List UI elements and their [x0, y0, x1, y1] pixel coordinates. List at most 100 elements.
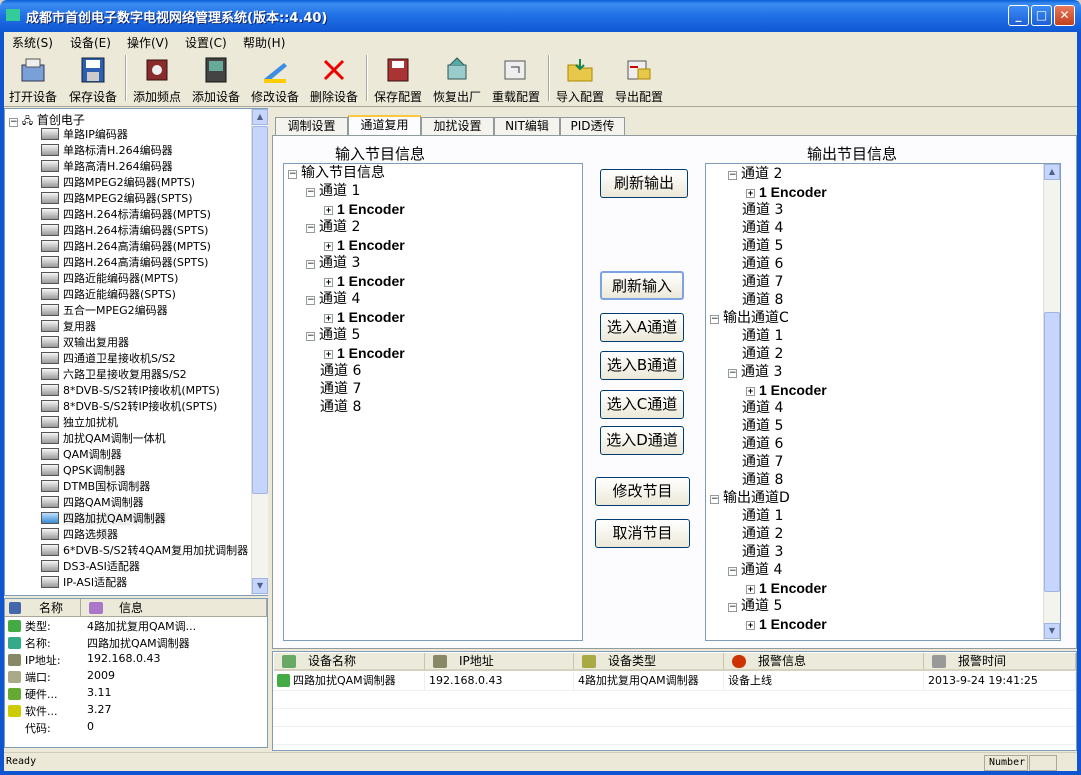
tree-item-device[interactable]: 四路MPEG2编码器(MPTS) — [41, 174, 195, 190]
expand-icon[interactable]: + — [324, 314, 333, 323]
collapse-icon[interactable]: − — [306, 188, 315, 197]
tree-item-device[interactable]: 加扰QAM调制一体机 — [41, 430, 166, 446]
scroll-down-icon[interactable]: ▼ — [252, 578, 268, 594]
device-list[interactable]: 设备名称 IP地址 设备类型 报警信息 报警时间 四路加扰QAM调制器 192.… — [272, 651, 1077, 751]
program-node[interactable]: +1 Encoder — [746, 381, 827, 399]
expand-icon[interactable]: + — [746, 387, 755, 396]
collapse-icon[interactable]: − — [306, 260, 315, 269]
tree-item-device[interactable]: 四路近能编码器(SPTS) — [41, 286, 176, 302]
channel-node[interactable]: − 通道 5 — [728, 597, 782, 615]
program-node[interactable]: +1 Encoder — [324, 236, 405, 254]
menu-system[interactable]: 系统(S) — [12, 34, 53, 51]
reload-config-button[interactable]: 重载配置 — [487, 53, 545, 105]
collapse-icon[interactable]: − — [710, 495, 719, 504]
tab-4[interactable]: PID透传 — [560, 117, 625, 136]
modify-program-button[interactable]: 修改节目 — [595, 477, 690, 506]
channel-node[interactable]: 通道 5 — [742, 237, 783, 255]
expand-icon[interactable]: + — [324, 206, 333, 215]
tree-item-device[interactable]: 复用器 — [41, 318, 96, 334]
channel-node[interactable]: 通道 1 — [742, 327, 783, 345]
input-program-tree[interactable]: − 输入节目信息 − 通道 1 +1 Encoder − 通道 2 +1 Encoder − 通道… — [283, 163, 583, 641]
scroll-thumb[interactable] — [1044, 312, 1060, 592]
export-config-button[interactable]: 导出配置 — [610, 53, 668, 105]
collapse-icon[interactable]: − — [288, 170, 297, 179]
tree-item-device[interactable]: 8*DVB-S/S2转IP接收机(MPTS) — [41, 382, 220, 398]
channel-node[interactable]: 通道 6 — [742, 255, 783, 273]
tree-item-device[interactable]: DS3-ASI适配器 — [41, 558, 140, 574]
channel-node[interactable]: 通道 4 — [742, 399, 783, 417]
output-tree-scrollbar[interactable]: ▲ ▼ — [1043, 164, 1060, 640]
tree-item-device[interactable]: 双输出复用器 — [41, 334, 129, 350]
group-node[interactable]: − 输入节目信息 — [288, 164, 385, 182]
tree-item-device[interactable]: 四路H.264高清编码器(MPTS) — [41, 238, 211, 254]
channel-node[interactable]: 通道 1 — [742, 507, 783, 525]
column-header-alarm-time[interactable]: 报警时间 — [924, 653, 1076, 671]
open-device-button[interactable]: 打开设备 — [4, 53, 62, 105]
scroll-up-icon[interactable]: ▲ — [252, 109, 268, 125]
tab-1[interactable]: 通道复用 — [348, 115, 421, 137]
scroll-down-icon[interactable]: ▼ — [1044, 623, 1060, 639]
info-header-info[interactable]: 信息 — [81, 599, 267, 617]
collapse-icon[interactable]: − — [728, 603, 737, 612]
channel-node[interactable]: 通道 8 — [742, 291, 783, 309]
collapse-icon[interactable]: − — [9, 118, 18, 127]
collapse-icon[interactable]: − — [728, 567, 737, 576]
tree-item-device[interactable]: IP-ASI适配器 — [41, 574, 127, 590]
tree-item-device[interactable]: 四通道卫星接收机S/S2 — [41, 350, 176, 366]
tree-item-device[interactable]: 四路加扰QAM调制器 — [41, 510, 166, 526]
tree-item-device[interactable]: 四路近能编码器(MPTS) — [41, 270, 178, 286]
select-d-channel-button[interactable]: 选入D通道 — [600, 426, 684, 455]
import-config-button[interactable]: 导入配置 — [551, 53, 609, 105]
collapse-icon[interactable]: − — [728, 171, 737, 180]
channel-node[interactable]: 通道 6 — [742, 435, 783, 453]
tree-item-device[interactable]: 四路QAM调制器 — [41, 494, 144, 510]
tree-item-device[interactable]: DTMB国标调制器 — [41, 478, 150, 494]
expand-icon[interactable]: + — [324, 350, 333, 359]
program-node[interactable]: +1 Encoder — [746, 579, 827, 597]
program-node[interactable]: +1 Encoder — [324, 272, 405, 290]
menu-settings[interactable]: 设置(C) — [185, 34, 227, 51]
expand-icon[interactable]: + — [324, 242, 333, 251]
channel-node[interactable]: − 通道 2 — [728, 165, 782, 183]
tree-item-device[interactable]: 四路H.264高清编码器(SPTS) — [41, 254, 208, 270]
channel-node[interactable]: 通道 7 — [742, 273, 783, 291]
channel-node[interactable]: − 通道 3 — [306, 254, 360, 272]
expand-icon[interactable]: + — [746, 189, 755, 198]
tree-item-device[interactable]: 6*DVB-S/S2转4QAM复用加扰调制器 — [41, 542, 248, 558]
collapse-icon[interactable]: − — [710, 315, 719, 324]
save-config-button[interactable]: 保存配置 — [369, 53, 427, 105]
tab-3[interactable]: NIT编辑 — [494, 117, 560, 136]
maximize-button[interactable]: □ — [1031, 5, 1052, 26]
factory-reset-button[interactable]: 恢复出厂 — [428, 53, 486, 105]
menu-help[interactable]: 帮助(H) — [243, 34, 285, 51]
close-button[interactable]: ✕ — [1054, 5, 1075, 26]
expand-icon[interactable]: + — [746, 585, 755, 594]
channel-node[interactable]: − 通道 5 — [306, 326, 360, 344]
channel-node[interactable]: − 通道 4 — [306, 290, 360, 308]
program-node[interactable]: +1 Encoder — [324, 200, 405, 218]
add-frequency-button[interactable]: 添加频点 — [128, 53, 186, 105]
refresh-output-button[interactable]: 刷新输出 — [600, 169, 688, 198]
collapse-icon[interactable]: − — [728, 369, 737, 378]
group-node[interactable]: − 输出通道C — [710, 309, 789, 327]
channel-node[interactable]: − 通道 1 — [306, 182, 360, 200]
refresh-input-button[interactable]: 刷新输入 — [600, 271, 684, 300]
column-header-ip[interactable]: IP地址 — [425, 653, 574, 671]
collapse-icon[interactable]: − — [306, 224, 315, 233]
delete-device-button[interactable]: 删除设备 — [305, 53, 363, 105]
tree-item-device[interactable]: QAM调制器 — [41, 446, 122, 462]
channel-node[interactable]: 通道 7 — [742, 453, 783, 471]
scroll-up-icon[interactable]: ▲ — [1044, 164, 1060, 180]
column-header-alarm-info[interactable]: 报警信息 — [724, 653, 924, 671]
channel-node[interactable]: 通道 5 — [742, 417, 783, 435]
channel-node[interactable]: − 通道 4 — [728, 561, 782, 579]
title-bar[interactable]: 成都市首创电子数字电视网络管理系统(版本::4.40) _ □ ✕ — [0, 0, 1081, 32]
tree-item-device[interactable]: QPSK调制器 — [41, 462, 126, 478]
tree-item-device[interactable]: 四路H.264标清编码器(MPTS) — [41, 206, 211, 222]
program-node[interactable]: +1 Encoder — [746, 183, 827, 201]
menu-operate[interactable]: 操作(V) — [127, 34, 169, 51]
program-node[interactable]: +1 Encoder — [324, 308, 405, 326]
channel-node[interactable]: 通道 2 — [742, 345, 783, 363]
tree-item-device[interactable]: 四路选频器 — [41, 526, 118, 542]
tree-item-device[interactable]: 单路标清H.264编码器 — [41, 142, 173, 158]
